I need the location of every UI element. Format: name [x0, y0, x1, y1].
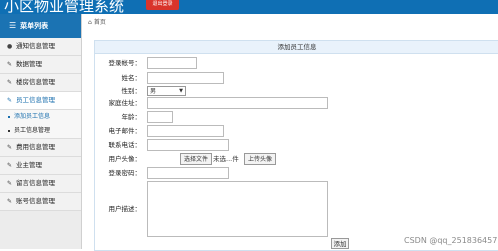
- sidebar-header: ☰ 菜单列表: [0, 14, 81, 38]
- email-label: 电子邮件：: [108, 127, 142, 135]
- password-label: 登录密码：: [108, 169, 142, 177]
- logout-button[interactable]: 退出登录: [146, 0, 179, 10]
- address-label: 家庭住址：: [108, 99, 142, 107]
- edit-icon: ✎: [7, 198, 13, 205]
- app-title: 小区物业管理系统: [4, 0, 125, 14]
- edit-icon: ✎: [7, 79, 13, 86]
- sidebar-item-account[interactable]: ✎ 账号信息管理: [0, 193, 81, 211]
- sidebar-item-data[interactable]: ✎ 数据管理: [0, 56, 81, 74]
- sidebar-item-label: 楼房信息管理: [16, 78, 55, 86]
- home-icon: ⌂: [88, 19, 92, 26]
- sidebar-title: 菜单列表: [20, 22, 49, 30]
- edit-icon: ✎: [7, 97, 13, 104]
- gender-select-value: 男: [150, 88, 157, 95]
- sidebar-subitem-label: 员工信息管理: [14, 127, 51, 134]
- edit-icon: ✎: [7, 61, 13, 68]
- phone-label: 联系电话：: [108, 141, 142, 149]
- breadcrumb: ⌂ 首页: [88, 17, 106, 26]
- edit-icon: ✎: [7, 162, 13, 169]
- sidebar-item-message[interactable]: ✎ 留言信息管理: [0, 175, 81, 193]
- sidebar-item-label: 员工信息管理: [16, 96, 55, 104]
- description-label: 用户描述：: [108, 205, 142, 213]
- address-input[interactable]: [147, 97, 328, 109]
- sidebar-item-staff[interactable]: ✎ 员工信息管理: [0, 92, 81, 110]
- form-panel: 添加员工信息 登录帐号： 姓名： 性别： 男 ▼ 家庭住址： 年龄： 电子邮件： …: [94, 40, 498, 251]
- choose-file-button[interactable]: 选择文件: [180, 153, 213, 165]
- edit-icon: ✎: [7, 180, 13, 187]
- breadcrumb-home[interactable]: 首页: [94, 19, 106, 26]
- sidebar-subitem-manage-staff[interactable]: 员工信息管理: [0, 124, 81, 139]
- add-button[interactable]: 添加: [331, 238, 349, 249]
- avatar-label: 用户头像：: [108, 155, 142, 163]
- sidebar-subitem-add-staff[interactable]: 添加员工信息: [0, 110, 81, 124]
- sidebar-item-label: 通知信息管理: [16, 42, 55, 50]
- sidebar-item-label: 费用信息管理: [16, 143, 55, 151]
- login-account-label: 登录帐号：: [108, 59, 142, 67]
- top-bar: 小区物业管理系统 退出登录: [0, 0, 498, 14]
- no-file-text: 未选...件: [213, 155, 239, 163]
- login-account-input[interactable]: [147, 57, 197, 69]
- age-input[interactable]: [147, 111, 173, 123]
- bell-icon: ●: [7, 43, 13, 50]
- description-textarea[interactable]: [147, 181, 328, 237]
- gender-label: 性别：: [121, 87, 142, 95]
- password-input[interactable]: [147, 167, 229, 179]
- sidebar-item-building[interactable]: ✎ 楼房信息管理: [0, 74, 81, 92]
- sidebar-item-label: 数据管理: [16, 60, 42, 68]
- phone-input[interactable]: [147, 139, 229, 151]
- edit-icon: ✎: [7, 144, 13, 151]
- bullet-icon: [8, 129, 10, 132]
- name-label: 姓名：: [121, 74, 142, 82]
- gender-select[interactable]: 男 ▼: [147, 86, 186, 96]
- upload-avatar-button[interactable]: 上传头像: [244, 153, 277, 165]
- sidebar-item-label: 留言信息管理: [16, 179, 55, 187]
- watermark: CSDN @qq_251836457: [404, 236, 498, 245]
- age-label: 年龄：: [121, 113, 142, 121]
- chevron-down-icon: ▼: [179, 88, 183, 94]
- sidebar-item-fee[interactable]: ✎ 费用信息管理: [0, 139, 81, 157]
- form-title: 添加员工信息: [95, 41, 498, 54]
- sidebar-item-label: 账号信息管理: [16, 197, 55, 205]
- sidebar-item-label: 业主管理: [16, 161, 42, 169]
- sidebar-subitem-label: 添加员工信息: [14, 113, 51, 120]
- sidebar: ☰ 菜单列表 ● 通知信息管理 ✎ 数据管理 ✎ 楼房信息管理 ✎ 员工信息管理 添加员工…: [0, 14, 82, 249]
- list-icon: ☰: [9, 21, 17, 30]
- email-input[interactable]: [147, 125, 224, 137]
- bullet-icon: [8, 115, 10, 118]
- sidebar-item-notice[interactable]: ● 通知信息管理: [0, 38, 81, 56]
- name-input[interactable]: [147, 72, 224, 84]
- sidebar-item-owner[interactable]: ✎ 业主管理: [0, 157, 81, 175]
